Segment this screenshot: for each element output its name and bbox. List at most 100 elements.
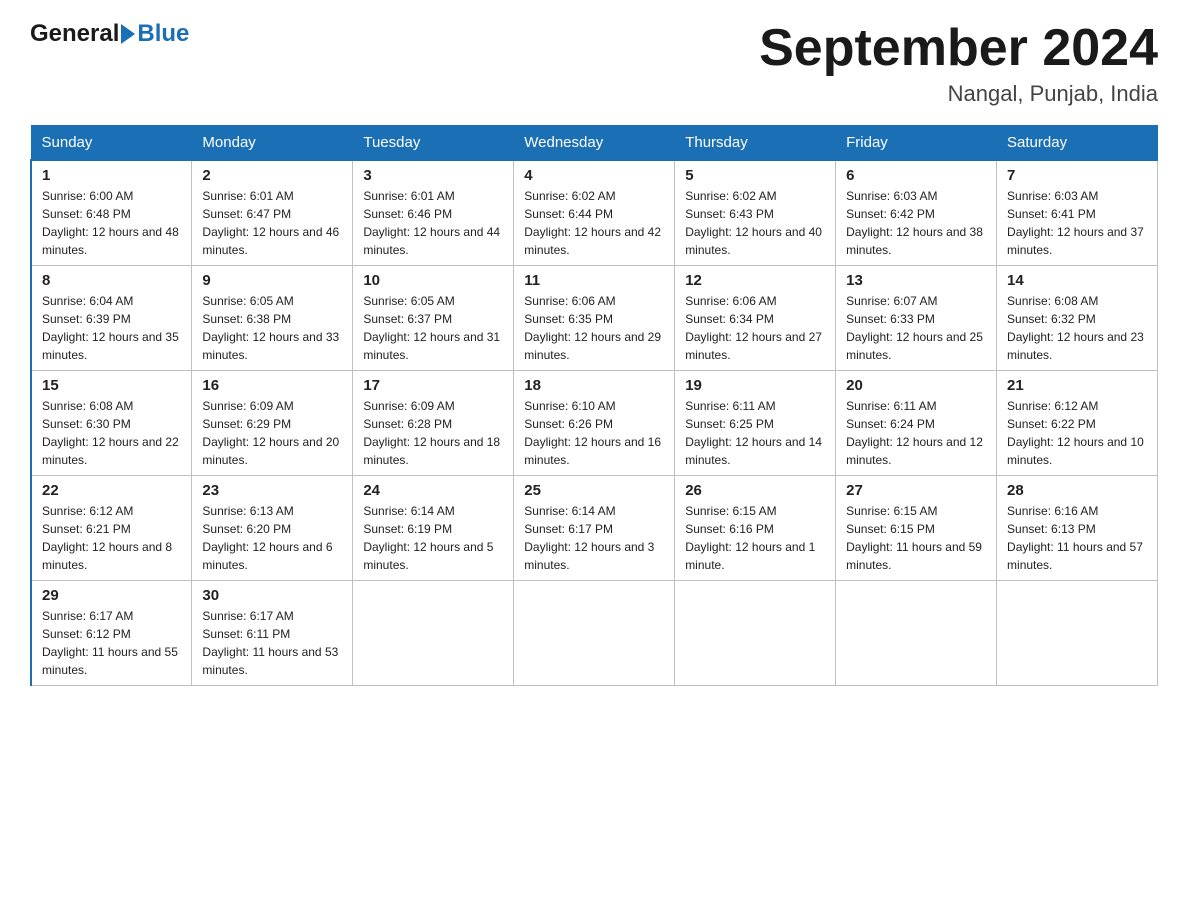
- calendar-week-row: 29 Sunrise: 6:17 AMSunset: 6:12 PMDayligh…: [31, 581, 1158, 686]
- day-number: 18: [524, 377, 664, 394]
- day-info: Sunrise: 6:17 AMSunset: 6:12 PMDaylight:…: [42, 607, 181, 679]
- day-info: Sunrise: 6:17 AMSunset: 6:11 PMDaylight:…: [202, 607, 342, 679]
- col-header-sunday: Sunday: [31, 126, 192, 161]
- day-info: Sunrise: 6:14 AMSunset: 6:19 PMDaylight:…: [363, 502, 503, 574]
- calendar-cell: 8 Sunrise: 6:04 AMSunset: 6:39 PMDaylight…: [31, 266, 192, 371]
- day-number: 26: [685, 482, 825, 499]
- calendar-cell: 6 Sunrise: 6:03 AMSunset: 6:42 PMDaylight…: [836, 160, 997, 266]
- calendar-cell: 10 Sunrise: 6:05 AMSunset: 6:37 PMDayligh…: [353, 266, 514, 371]
- day-info: Sunrise: 6:14 AMSunset: 6:17 PMDaylight:…: [524, 502, 664, 574]
- day-number: 9: [202, 272, 342, 289]
- day-info: Sunrise: 6:09 AMSunset: 6:29 PMDaylight:…: [202, 397, 342, 469]
- day-number: 13: [846, 272, 986, 289]
- calendar-table: SundayMondayTuesdayWednesdayThursdayFrid…: [30, 125, 1158, 686]
- day-number: 22: [42, 482, 181, 499]
- calendar-header-row: SundayMondayTuesdayWednesdayThursdayFrid…: [31, 126, 1158, 161]
- calendar-cell: 30 Sunrise: 6:17 AMSunset: 6:11 PMDayligh…: [192, 581, 353, 686]
- col-header-friday: Friday: [836, 126, 997, 161]
- day-info: Sunrise: 6:02 AMSunset: 6:44 PMDaylight:…: [524, 187, 664, 259]
- calendar-cell: 11Sunrise: 6:06 AMSunset: 6:35 PMDayligh…: [514, 266, 675, 371]
- day-number: 30: [202, 587, 342, 604]
- calendar-cell: 4 Sunrise: 6:02 AMSunset: 6:44 PMDaylight…: [514, 160, 675, 266]
- calendar-cell: 17 Sunrise: 6:09 AMSunset: 6:28 PMDayligh…: [353, 371, 514, 476]
- day-info: Sunrise: 6:15 AMSunset: 6:16 PMDaylight:…: [685, 502, 825, 574]
- col-header-tuesday: Tuesday: [353, 126, 514, 161]
- day-number: 4: [524, 167, 664, 184]
- calendar-cell: [514, 581, 675, 686]
- day-number: 14: [1007, 272, 1147, 289]
- day-info: Sunrise: 6:05 AMSunset: 6:37 PMDaylight:…: [363, 292, 503, 364]
- day-info: Sunrise: 6:09 AMSunset: 6:28 PMDaylight:…: [363, 397, 503, 469]
- day-info: Sunrise: 6:11 AMSunset: 6:24 PMDaylight:…: [846, 397, 986, 469]
- day-number: 2: [202, 167, 342, 184]
- calendar-cell: 22 Sunrise: 6:12 AMSunset: 6:21 PMDayligh…: [31, 476, 192, 581]
- day-info: Sunrise: 6:13 AMSunset: 6:20 PMDaylight:…: [202, 502, 342, 574]
- day-info: Sunrise: 6:10 AMSunset: 6:26 PMDaylight:…: [524, 397, 664, 469]
- calendar-cell: [997, 581, 1158, 686]
- calendar-cell: 18 Sunrise: 6:10 AMSunset: 6:26 PMDayligh…: [514, 371, 675, 476]
- day-info: Sunrise: 6:01 AMSunset: 6:47 PMDaylight:…: [202, 187, 342, 259]
- title-section: September 2024 Nangal, Punjab, India: [759, 20, 1158, 107]
- day-number: 27: [846, 482, 986, 499]
- day-number: 1: [42, 167, 181, 184]
- day-number: 6: [846, 167, 986, 184]
- day-number: 10: [363, 272, 503, 289]
- day-info: Sunrise: 6:08 AMSunset: 6:30 PMDaylight:…: [42, 397, 181, 469]
- day-number: 24: [363, 482, 503, 499]
- day-number: 23: [202, 482, 342, 499]
- day-number: 16: [202, 377, 342, 394]
- calendar-cell: 19Sunrise: 6:11 AMSunset: 6:25 PMDayligh…: [675, 371, 836, 476]
- calendar-cell: 5 Sunrise: 6:02 AMSunset: 6:43 PMDaylight…: [675, 160, 836, 266]
- day-number: 25: [524, 482, 664, 499]
- calendar-cell: 28 Sunrise: 6:16 AMSunset: 6:13 PMDayligh…: [997, 476, 1158, 581]
- day-info: Sunrise: 6:03 AMSunset: 6:41 PMDaylight:…: [1007, 187, 1147, 259]
- day-info: Sunrise: 6:03 AMSunset: 6:42 PMDaylight:…: [846, 187, 986, 259]
- calendar-week-row: 22 Sunrise: 6:12 AMSunset: 6:21 PMDayligh…: [31, 476, 1158, 581]
- logo-general: General: [30, 20, 119, 48]
- day-number: 7: [1007, 167, 1147, 184]
- day-info: Sunrise: 6:02 AMSunset: 6:43 PMDaylight:…: [685, 187, 825, 259]
- day-number: 8: [42, 272, 181, 289]
- day-info: Sunrise: 6:15 AMSunset: 6:15 PMDaylight:…: [846, 502, 986, 574]
- calendar-cell: 21 Sunrise: 6:12 AMSunset: 6:22 PMDayligh…: [997, 371, 1158, 476]
- day-number: 28: [1007, 482, 1147, 499]
- day-number: 15: [42, 377, 181, 394]
- day-info: Sunrise: 6:12 AMSunset: 6:22 PMDaylight:…: [1007, 397, 1147, 469]
- day-info: Sunrise: 6:06 AMSunset: 6:34 PMDaylight:…: [685, 292, 825, 364]
- calendar-cell: 15 Sunrise: 6:08 AMSunset: 6:30 PMDayligh…: [31, 371, 192, 476]
- calendar-week-row: 1Sunrise: 6:00 AMSunset: 6:48 PMDaylight…: [31, 160, 1158, 266]
- day-info: Sunrise: 6:08 AMSunset: 6:32 PMDaylight:…: [1007, 292, 1147, 364]
- day-number: 5: [685, 167, 825, 184]
- calendar-cell: 27 Sunrise: 6:15 AMSunset: 6:15 PMDayligh…: [836, 476, 997, 581]
- day-info: Sunrise: 6:04 AMSunset: 6:39 PMDaylight:…: [42, 292, 181, 364]
- calendar-week-row: 15 Sunrise: 6:08 AMSunset: 6:30 PMDayligh…: [31, 371, 1158, 476]
- calendar-cell: [353, 581, 514, 686]
- day-number: 29: [42, 587, 181, 604]
- day-number: 21: [1007, 377, 1147, 394]
- calendar-cell: 16 Sunrise: 6:09 AMSunset: 6:29 PMDayligh…: [192, 371, 353, 476]
- day-info: Sunrise: 6:11 AMSunset: 6:25 PMDaylight:…: [685, 397, 825, 469]
- logo: General Blue: [30, 20, 189, 48]
- calendar-cell: [836, 581, 997, 686]
- calendar-cell: 12 Sunrise: 6:06 AMSunset: 6:34 PMDayligh…: [675, 266, 836, 371]
- day-info: Sunrise: 6:07 AMSunset: 6:33 PMDaylight:…: [846, 292, 986, 364]
- calendar-cell: 14 Sunrise: 6:08 AMSunset: 6:32 PMDayligh…: [997, 266, 1158, 371]
- calendar-cell: 20 Sunrise: 6:11 AMSunset: 6:24 PMDayligh…: [836, 371, 997, 476]
- page-header: General Blue September 2024 Nangal, Punj…: [30, 20, 1158, 107]
- day-number: 12: [685, 272, 825, 289]
- calendar-subtitle: Nangal, Punjab, India: [759, 81, 1158, 107]
- day-info: Sunrise: 6:16 AMSunset: 6:13 PMDaylight:…: [1007, 502, 1147, 574]
- calendar-cell: [675, 581, 836, 686]
- day-number: 20: [846, 377, 986, 394]
- day-info: Sunrise: 6:01 AMSunset: 6:46 PMDaylight:…: [363, 187, 503, 259]
- calendar-cell: 26 Sunrise: 6:15 AMSunset: 6:16 PMDayligh…: [675, 476, 836, 581]
- calendar-cell: 9 Sunrise: 6:05 AMSunset: 6:38 PMDaylight…: [192, 266, 353, 371]
- day-info: Sunrise: 6:05 AMSunset: 6:38 PMDaylight:…: [202, 292, 342, 364]
- day-number: 17: [363, 377, 503, 394]
- calendar-cell: 13 Sunrise: 6:07 AMSunset: 6:33 PMDayligh…: [836, 266, 997, 371]
- col-header-saturday: Saturday: [997, 126, 1158, 161]
- calendar-cell: 23 Sunrise: 6:13 AMSunset: 6:20 PMDayligh…: [192, 476, 353, 581]
- day-info: Sunrise: 6:12 AMSunset: 6:21 PMDaylight:…: [42, 502, 181, 574]
- calendar-week-row: 8 Sunrise: 6:04 AMSunset: 6:39 PMDaylight…: [31, 266, 1158, 371]
- calendar-cell: 7 Sunrise: 6:03 AMSunset: 6:41 PMDaylight…: [997, 160, 1158, 266]
